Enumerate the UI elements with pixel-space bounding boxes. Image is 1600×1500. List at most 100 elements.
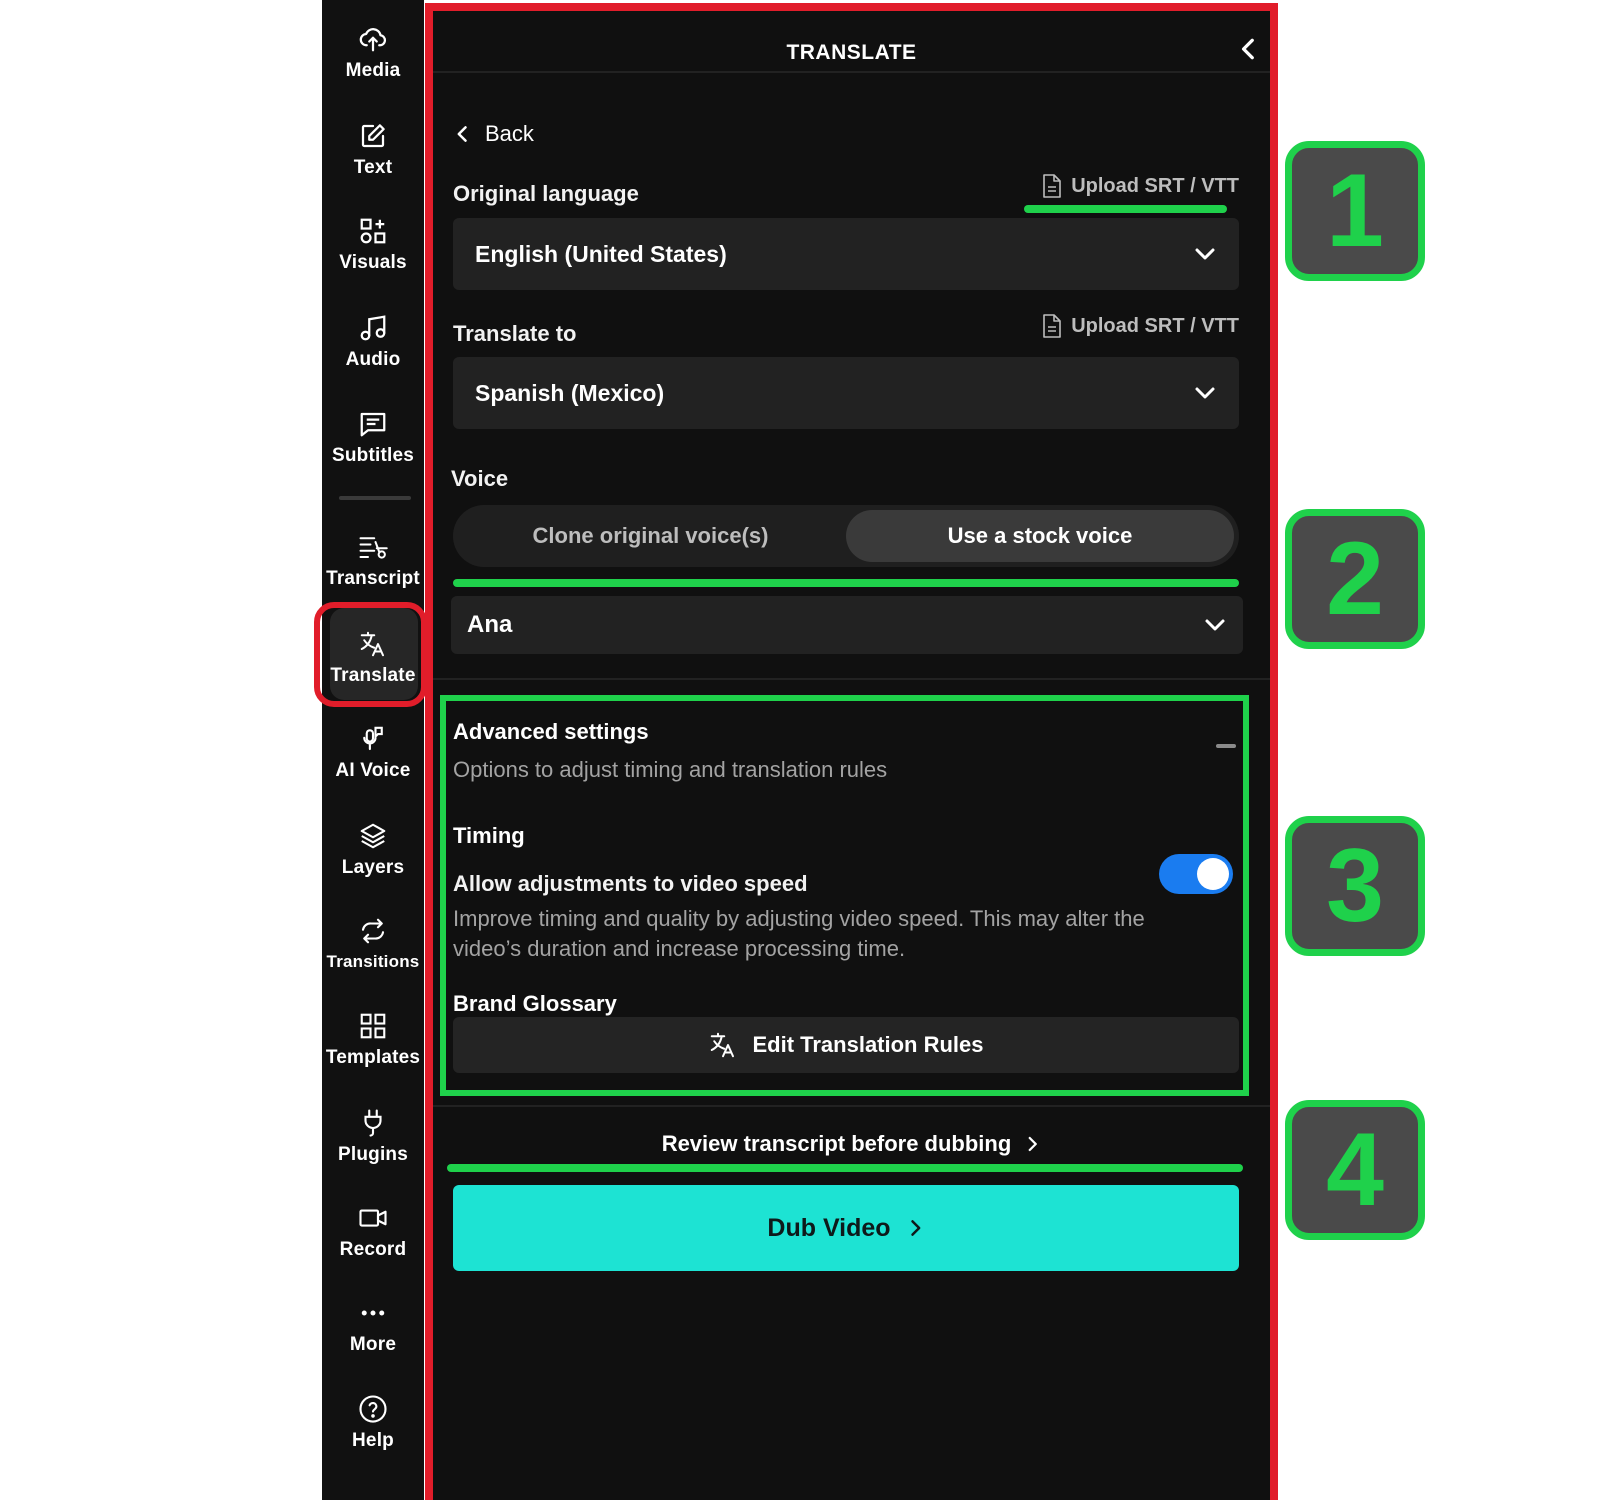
chevron-down-icon [1195,387,1215,399]
translate-panel: TRANSLATE Back Original language Upload … [433,11,1270,1500]
speed-adjust-description: Improve timing and quality by adjusting … [453,906,1145,961]
translate-to-label: Translate to [453,321,577,346]
music-note-icon [360,315,386,341]
grid-icon [360,1013,386,1039]
edit-translation-rules-button[interactable]: Edit Translation Rules [453,1017,1239,1073]
active-nav-highlight [314,602,427,707]
annotation-badge-1: 1 [1285,141,1425,281]
chevron-right-icon [910,1220,920,1236]
sidebar-item-audio[interactable]: Audio [322,307,424,387]
shapes-icon [360,218,386,244]
advanced-settings-subtitle: Options to adjust timing and translation… [453,757,888,782]
sidebar-item-label: Transitions [326,952,420,971]
transitions-icon [361,918,385,944]
annotation-underline-2 [453,579,1239,587]
sidebar-item-label: Layers [341,857,405,878]
original-language-label: Original language [453,181,639,206]
sidebar-item-label: Record [339,1239,407,1260]
chevron-down-icon [1205,619,1225,631]
transcript-cut-icon [359,537,388,559]
sidebar-item-layers[interactable]: Layers [322,815,424,895]
sidebar-item-label: Text [353,157,393,178]
sidebar-item-label: Plugins [337,1144,408,1165]
collapse-panel-icon[interactable] [1236,35,1262,63]
sidebar-item-record[interactable]: Record [322,1197,424,1277]
annotation-underline-4 [447,1164,1243,1172]
edit-icon [361,124,385,148]
brand-glossary-heading: Brand Glossary [453,991,617,1016]
help-circle-icon [359,1395,387,1423]
sidebar-item-label: Subtitles [331,445,415,466]
plug-icon [364,1109,382,1137]
back-button[interactable]: Back [453,121,534,147]
voice-divider [433,678,1270,680]
advanced-divider [433,1105,1270,1107]
panel-title: TRANSLATE [786,41,917,64]
header-divider [433,71,1270,73]
annotation-badge-3: 3 [1285,816,1425,956]
advanced-settings-title: Advanced settings [453,719,649,744]
chevron-left-icon [457,126,467,142]
layers-icon [360,823,386,849]
sidebar-item-text[interactable]: Text [322,115,424,195]
sidebar-item-label: AI Voice [335,760,411,781]
sidebar-item-label: Media [345,60,401,81]
sidebar-item-visuals[interactable]: Visuals [322,210,424,290]
speed-adjust-toggle[interactable] [1159,854,1233,894]
translate-to-select[interactable]: Spanish (Mexico) [453,357,1239,429]
toggle-knob [1197,858,1229,890]
sidebar-item-label: Audio [345,349,401,370]
sidebar-item-label: Transcript [326,568,420,589]
sidebar-item-label: Visuals [339,252,407,273]
stock-voice-select[interactable]: Ana [451,596,1243,654]
sidebar-item-plugins[interactable]: Plugins [322,1102,424,1182]
translate-to-value: Spanish (Mexico) [475,379,665,406]
stock-voice-value: Ana [467,611,513,638]
annotation-underline-1 [1024,205,1227,213]
sidebar: Media Text Visuals Audio Subtitles Trans… [322,0,424,1500]
original-language-select[interactable]: English (United States) [453,218,1239,290]
sidebar-divider [339,496,411,500]
sidebar-item-transitions[interactable]: Transitions [322,910,424,990]
more-dots-icon [361,1310,385,1316]
clone-voice-option[interactable]: Clone original voice(s) [458,510,843,562]
upload-label: Upload SRT / VTT [1071,314,1239,337]
stock-voice-option[interactable]: Use a stock voice [846,510,1234,562]
upload-cloud-icon [359,28,387,52]
back-label: Back [485,121,534,146]
sidebar-item-label: Templates [325,1047,421,1068]
sidebar-item-templates[interactable]: Templates [322,1005,424,1085]
review-transcript-label: Review transcript before dubbing [661,1131,1012,1156]
translate-icon [711,1032,735,1058]
document-icon [1043,314,1062,338]
review-transcript-link[interactable]: Review transcript before dubbing [433,1131,1270,1157]
chevron-down-icon [1195,248,1215,260]
microphone-icon [363,726,383,751]
annotation-badge-2: 2 [1285,509,1425,649]
original-language-value: English (United States) [475,240,727,267]
sidebar-item-more[interactable]: More [322,1292,424,1372]
timing-heading: Timing [453,823,525,848]
voice-label: Voice [451,466,509,491]
sidebar-item-label: Help [352,1430,394,1451]
upload-srt-original-button[interactable]: Upload SRT / VTT [1041,174,1239,198]
annotation-badge-4: 4 [1285,1100,1425,1240]
sidebar-item-transcript[interactable]: Transcript [322,526,424,606]
dub-video-button[interactable]: Dub Video [453,1185,1239,1271]
video-camera-icon [359,1209,387,1227]
upload-label: Upload SRT / VTT [1071,174,1239,197]
speed-adjust-label: Allow adjustments to video speed [453,871,808,896]
sidebar-item-media[interactable]: Media [322,18,424,98]
upload-srt-target-button[interactable]: Upload SRT / VTT [1041,314,1239,338]
sidebar-item-help[interactable]: Help [322,1388,424,1468]
collapse-advanced-icon[interactable] [1216,744,1236,748]
voice-mode-segmented-control: Clone original voice(s) Use a stock voic… [453,505,1239,567]
dub-video-label: Dub Video [767,1213,891,1242]
chevron-right-icon [1028,1136,1038,1152]
subtitles-icon [360,412,386,437]
sidebar-item-subtitles[interactable]: Subtitles [322,403,424,483]
edit-translation-rules-label: Edit Translation Rules [752,1032,984,1057]
sidebar-item-ai-voice[interactable]: AI Voice [322,718,424,798]
sidebar-item-label: More [349,1334,397,1355]
document-icon [1043,174,1062,198]
